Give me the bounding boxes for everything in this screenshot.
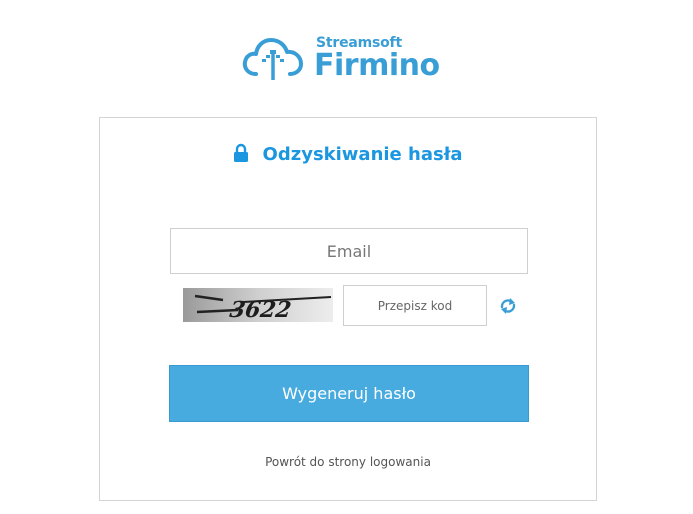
refresh-icon[interactable] <box>498 296 518 316</box>
password-recovery-card: Odzyskiwanie hasła 3622 Wygeneruj hasło … <box>99 117 597 501</box>
captcha-image: 3622 <box>183 288 333 322</box>
form-title-text: Odzyskiwanie hasła <box>262 144 463 165</box>
logo-product-text: Firmino <box>314 48 440 83</box>
captcha-code: 3622 <box>228 297 293 322</box>
logo: Streamsoft Firmino <box>242 34 472 86</box>
email-input[interactable] <box>170 228 528 274</box>
cloud-upload-icon <box>242 38 303 80</box>
captcha-input[interactable] <box>343 285 487 326</box>
generate-password-button[interactable]: Wygeneruj hasło <box>169 365 529 422</box>
lock-icon <box>234 143 249 162</box>
form-title: Odzyskiwanie hasła <box>100 143 596 170</box>
back-to-login-link[interactable]: Powrót do strony logowania <box>100 455 596 469</box>
